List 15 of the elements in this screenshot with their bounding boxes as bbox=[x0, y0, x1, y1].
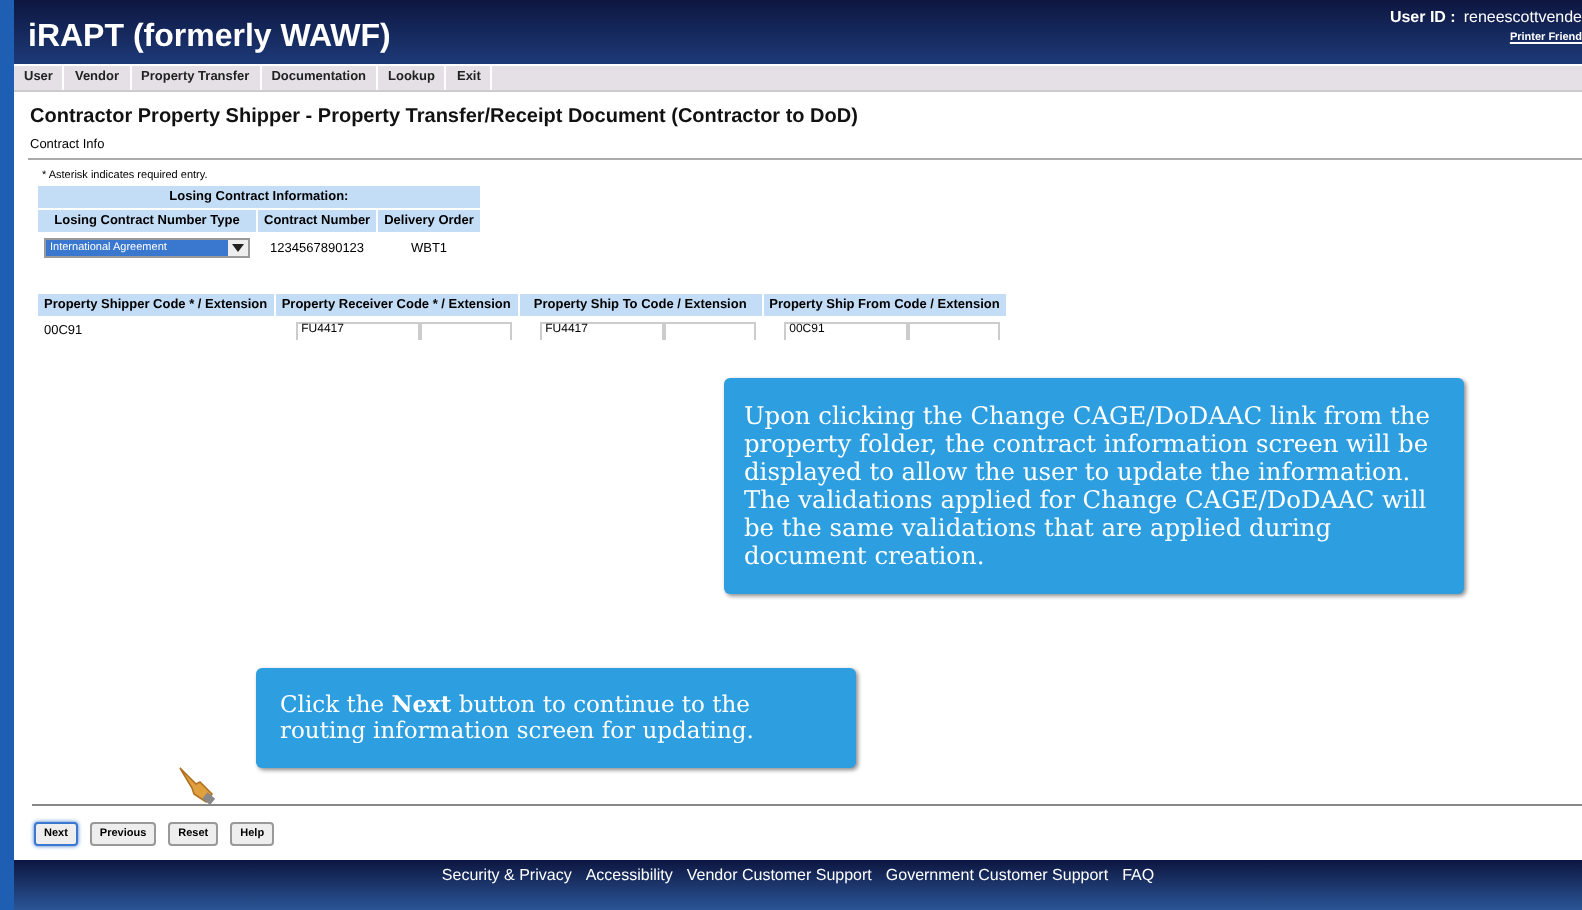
user-id: reneescottvende bbox=[1463, 8, 1582, 26]
footer-link[interactable]: Vendor Customer Support bbox=[686, 866, 872, 910]
user-id-label: User ID : bbox=[1389, 8, 1456, 26]
footer-link[interactable]: Security & Privacy bbox=[441, 866, 572, 910]
app-title: iRAPT (formerly WAWF) bbox=[28, 20, 391, 58]
dropdown-arrow-icon bbox=[228, 240, 248, 256]
extension-field[interactable] bbox=[907, 322, 1000, 340]
footer-link[interactable]: FAQ bbox=[1122, 866, 1155, 910]
extension-field[interactable] bbox=[663, 322, 756, 340]
footer-link[interactable]: Accessibility bbox=[585, 866, 673, 910]
callout-box: Click the Next button to continue to the routing information screen for updating. bbox=[256, 668, 856, 769]
callout-box: Upon clicking the Change CAGE/DoDAAC link from the property folder, the contract information screen will be displayed to allow the user to update the information. The validations applied for Change CAGE/DoDAAC will be the same validations that are applied during document creation. bbox=[724, 378, 1464, 595]
extension-field[interactable] bbox=[419, 322, 512, 340]
footer-link[interactable]: Government Customer Support bbox=[885, 866, 1109, 910]
page-title: Contractor Property Shipper - Property Transfer/Receipt Document (Contractor to DoD) bbox=[30, 106, 860, 128]
